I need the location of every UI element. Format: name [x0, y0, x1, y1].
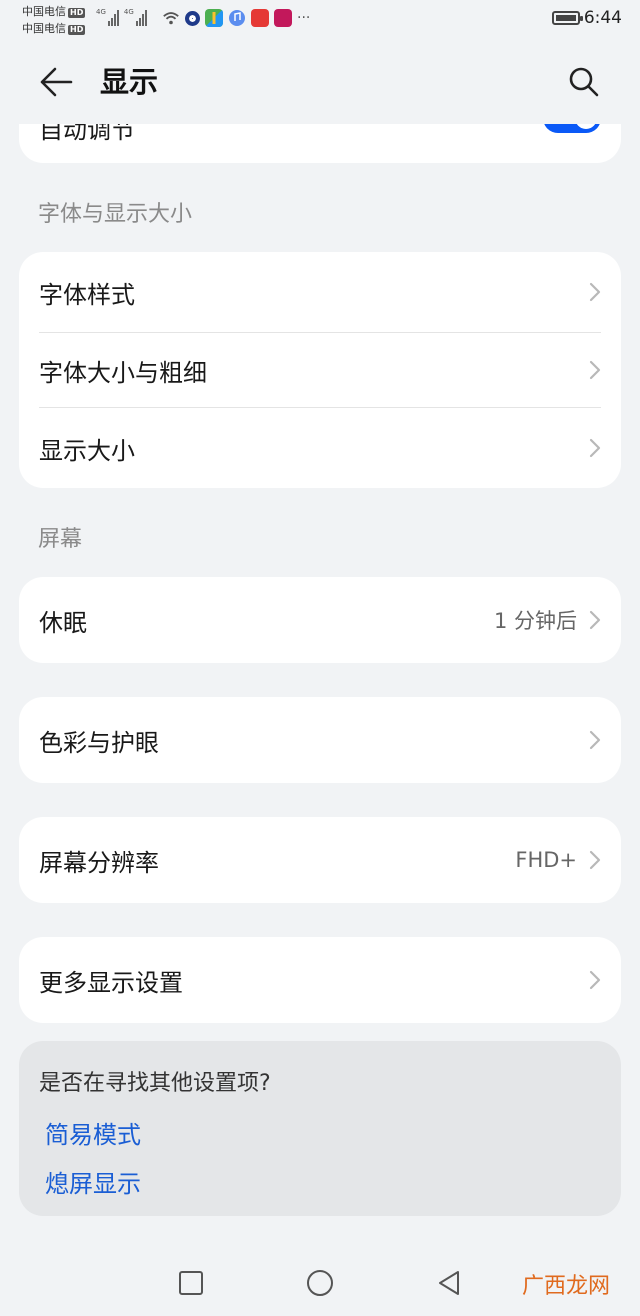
wifi-icon: [163, 12, 179, 25]
app-notification-icon: [185, 10, 200, 26]
app-header: 显示: [0, 40, 640, 124]
triangle-back-icon: [439, 1271, 459, 1295]
resolution-card[interactable]: 屏幕分辨率 FHD+: [19, 817, 621, 903]
chevron-right-icon: [589, 438, 601, 458]
circle-icon: [307, 1270, 333, 1296]
color-eye-item[interactable]: 色彩与护眼: [19, 697, 621, 783]
search-button[interactable]: [564, 62, 604, 102]
carrier-1: 中国电信: [22, 5, 66, 18]
hd-badge: HD: [68, 8, 86, 18]
signal-icon: 4G: [124, 8, 147, 26]
resolution-item[interactable]: 屏幕分辨率 FHD+: [19, 817, 621, 903]
home-button[interactable]: [305, 1268, 335, 1298]
more-display-label: 更多显示设置: [39, 968, 183, 997]
search-icon: [569, 67, 599, 97]
simple-mode-link[interactable]: 简易模式: [45, 1115, 141, 1150]
square-icon: [179, 1271, 203, 1295]
chevron-right-icon: [589, 360, 601, 380]
font-size-weight-label: 字体大小与粗细: [39, 358, 207, 387]
arrow-left-icon: [40, 67, 73, 97]
display-size-label: 显示大小: [39, 436, 135, 465]
font-size-weight-item[interactable]: 字体大小与粗细: [19, 333, 621, 407]
carrier-info: 中国电信 HD 中国电信 HD: [22, 3, 86, 37]
music-icon: [229, 10, 245, 26]
battery-icon: [552, 11, 583, 25]
more-notifications-icon: ···: [297, 10, 311, 26]
always-on-display-link[interactable]: 熄屏显示: [45, 1164, 141, 1199]
chevron-right-icon: [589, 610, 601, 630]
font-section-title: 字体与显示大小: [38, 202, 193, 227]
more-display-card[interactable]: 更多显示设置: [19, 937, 621, 1023]
recent-apps-button[interactable]: [176, 1268, 206, 1298]
more-display-item[interactable]: 更多显示设置: [19, 937, 621, 1023]
color-eye-card[interactable]: 色彩与护眼: [19, 697, 621, 783]
page-title: 显示: [100, 65, 159, 99]
app-badge-icon: [251, 9, 269, 27]
font-style-item[interactable]: 字体样式: [19, 252, 621, 332]
chevron-right-icon: [589, 282, 601, 302]
signal-icons: 4G 4G: [96, 8, 147, 26]
suggestion-question: 是否在寻找其他设置项?: [39, 1071, 271, 1096]
font-style-label: 字体样式: [39, 280, 135, 309]
sleep-label: 休眠: [39, 608, 87, 637]
sleep-value: 1 分钟后: [493, 609, 577, 633]
font-settings-card: 字体样式 字体大小与粗细 显示大小: [19, 252, 621, 488]
resolution-value: FHD+: [515, 848, 577, 872]
display-size-item[interactable]: 显示大小: [19, 408, 621, 488]
chevron-right-icon: [589, 730, 601, 750]
app-circle-icon: [274, 9, 292, 27]
carrier-2: 中国电信: [22, 22, 66, 35]
resolution-label: 屏幕分辨率: [39, 848, 159, 877]
clock: 6:44: [583, 8, 622, 28]
back-button[interactable]: [34, 62, 78, 102]
signal-icon: 4G: [96, 8, 119, 26]
screen-section-title: 屏幕: [38, 527, 83, 552]
hd-badge: HD: [68, 25, 86, 35]
maps-icon: [205, 9, 223, 27]
color-eye-label: 色彩与护眼: [39, 728, 159, 757]
sleep-item[interactable]: 休眠 1 分钟后: [19, 577, 621, 663]
status-bar: 中国电信 HD 中国电信 HD 4G 4G ··· 6:44: [0, 0, 640, 40]
watermark: 广西龙网: [521, 1274, 610, 1299]
sleep-card[interactable]: 休眠 1 分钟后: [19, 577, 621, 663]
suggestion-panel: 是否在寻找其他设置项? 简易模式 熄屏显示: [19, 1041, 621, 1216]
chevron-right-icon: [589, 970, 601, 990]
chevron-right-icon: [589, 850, 601, 870]
notification-icons: ···: [162, 9, 310, 27]
back-nav-button[interactable]: [434, 1268, 464, 1298]
